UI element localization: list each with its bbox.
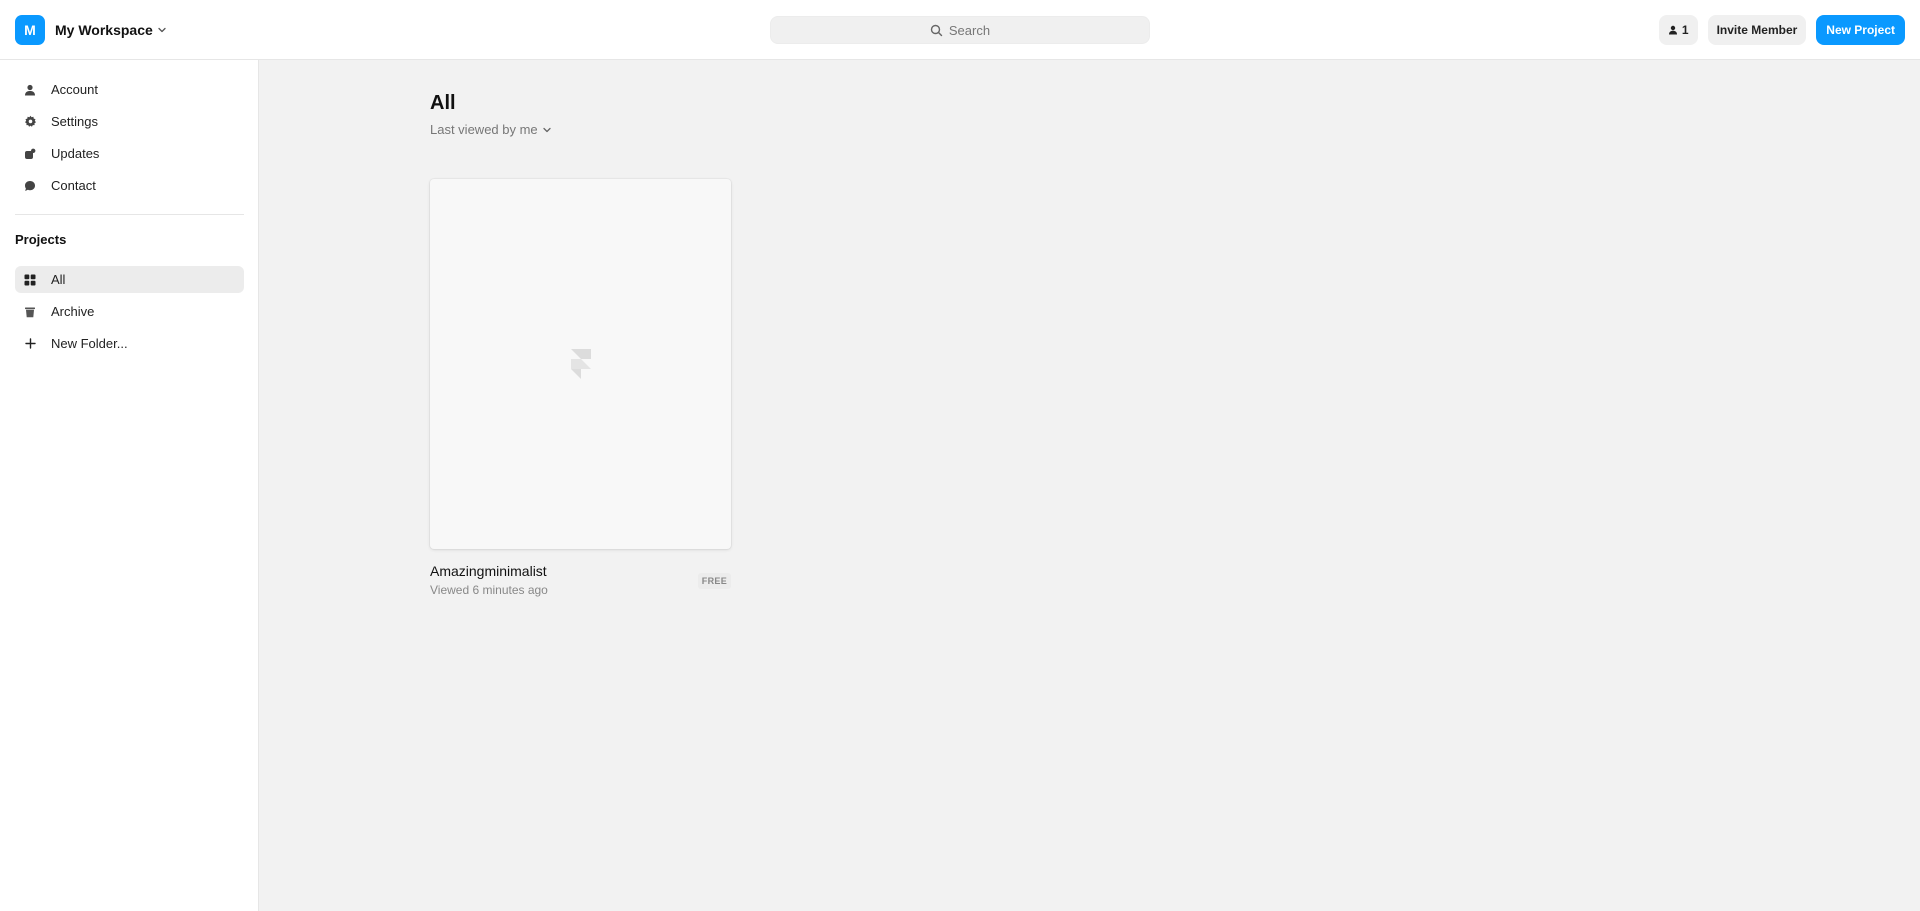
- top-bar: M My Workspace Search 1 Invite Member Ne…: [0, 0, 1920, 60]
- sidebar-item-settings[interactable]: Settings: [15, 108, 244, 135]
- project-last-viewed: Viewed 6 minutes ago: [430, 583, 548, 597]
- sidebar-item-account[interactable]: Account: [15, 76, 244, 103]
- sidebar-item-updates[interactable]: Updates: [15, 140, 244, 167]
- invite-member-button[interactable]: Invite Member: [1707, 15, 1807, 45]
- chevron-down-icon: [157, 25, 167, 35]
- sidebar-item-label: Contact: [51, 178, 96, 193]
- project-meta: Amazingminimalist Viewed 6 minutes ago F…: [430, 563, 731, 599]
- project-card[interactable]: Amazingminimalist Viewed 6 minutes ago F…: [430, 179, 731, 599]
- sidebar-item-label: New Folder...: [51, 336, 128, 351]
- sidebar-item-label: Settings: [51, 114, 98, 129]
- chat-icon: [23, 179, 37, 193]
- updates-icon: [23, 147, 37, 161]
- sidebar-item-label: Updates: [51, 146, 100, 161]
- framer-logo-icon: [570, 349, 591, 379]
- sidebar-item-all[interactable]: All: [15, 266, 244, 293]
- user-icon: [23, 83, 37, 97]
- chevron-down-icon: [543, 127, 551, 132]
- sort-dropdown[interactable]: Last viewed by me: [430, 122, 552, 137]
- sidebar-item-contact[interactable]: Contact: [15, 172, 244, 199]
- project-thumbnail[interactable]: [430, 179, 731, 549]
- user-icon: [1668, 25, 1677, 35]
- sidebar-item-label: Archive: [51, 304, 95, 319]
- plus-icon: [23, 337, 37, 351]
- top-actions: 1 Invite Member New Project: [1658, 15, 1905, 45]
- sidebar-item-archive[interactable]: Archive: [15, 298, 244, 325]
- grid-icon: [23, 273, 37, 287]
- sidebar-item-label: All: [51, 272, 66, 287]
- members-button[interactable]: 1: [1658, 15, 1698, 45]
- project-name[interactable]: Amazingminimalist: [430, 563, 731, 579]
- workspace-name: My Workspace: [55, 22, 153, 38]
- sidebar-divider: [15, 214, 244, 215]
- search-input[interactable]: Search: [770, 16, 1150, 44]
- page-title: All: [430, 92, 456, 114]
- workspace-switcher[interactable]: M My Workspace: [15, 15, 167, 45]
- sidebar-item-new-folder[interactable]: New Folder...: [15, 330, 244, 357]
- sidebar-item-label: Account: [51, 82, 98, 97]
- workspace-avatar: M: [15, 15, 45, 45]
- main-content: All Last viewed by me Amazingminimalist …: [260, 60, 1920, 911]
- sort-label: Last viewed by me: [430, 122, 538, 137]
- new-project-button[interactable]: New Project: [1816, 15, 1905, 45]
- gear-icon: [23, 115, 37, 129]
- members-count: 1: [1681, 23, 1689, 37]
- search-icon: [930, 24, 943, 36]
- plan-badge: FREE: [697, 573, 731, 589]
- projects-section-title: Projects: [15, 232, 67, 247]
- sidebar: Account Settings Updates Contact Project…: [0, 60, 259, 911]
- trash-icon: [23, 305, 37, 319]
- search-placeholder: Search: [948, 22, 991, 38]
